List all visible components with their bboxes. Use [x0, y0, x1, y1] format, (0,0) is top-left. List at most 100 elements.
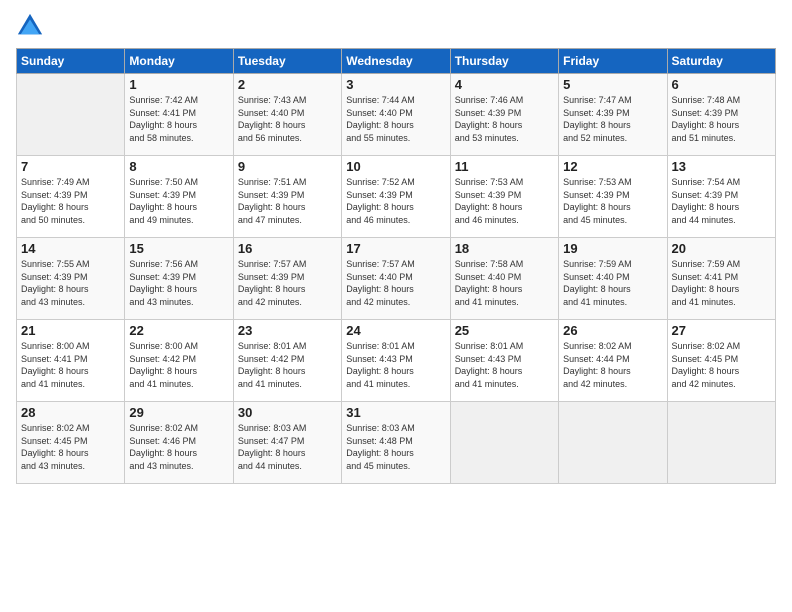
cell-info: Sunrise: 7:59 AM Sunset: 4:40 PM Dayligh… — [563, 258, 662, 308]
week-row-2: 14 Sunrise: 7:55 AM Sunset: 4:39 PM Dayli… — [17, 238, 776, 320]
calendar-cell: 27 Sunrise: 8:02 AM Sunset: 4:45 PM Dayli… — [667, 320, 775, 402]
day-number: 5 — [563, 77, 662, 92]
calendar-cell: 19Sunrise: 7:59 AM Sunset: 4:40 PM Dayli… — [559, 238, 667, 320]
header-row: SundayMondayTuesdayWednesdayThursdayFrid… — [17, 49, 776, 74]
cell-info: Sunrise: 7:55 AM Sunset: 4:39 PM Dayligh… — [21, 258, 120, 308]
cell-info: Sunrise: 7:59 AM Sunset: 4:41 PM Dayligh… — [672, 258, 771, 308]
cell-info: Sunrise: 8:01 AM Sunset: 4:43 PM Dayligh… — [346, 340, 445, 390]
logo-icon — [16, 12, 44, 40]
calendar-cell: 6 Sunrise: 7:48 AM Sunset: 4:39 PM Daylig… — [667, 74, 775, 156]
calendar-cell — [667, 402, 775, 484]
calendar-cell: 21 Sunrise: 8:00 AM Sunset: 4:41 PM Dayli… — [17, 320, 125, 402]
calendar-cell: 1Sunrise: 7:42 AM Sunset: 4:41 PM Daylig… — [125, 74, 233, 156]
cell-info: Sunrise: 7:50 AM Sunset: 4:39 PM Dayligh… — [129, 176, 228, 226]
cell-info: Sunrise: 8:01 AM Sunset: 4:43 PM Dayligh… — [455, 340, 554, 390]
cell-info: Sunrise: 8:02 AM Sunset: 4:44 PM Dayligh… — [563, 340, 662, 390]
cell-info: Sunrise: 7:46 AM Sunset: 4:39 PM Dayligh… — [455, 94, 554, 144]
day-number: 25 — [455, 323, 554, 338]
day-number: 9 — [238, 159, 337, 174]
cell-info: Sunrise: 8:02 AM Sunset: 4:45 PM Dayligh… — [672, 340, 771, 390]
day-number: 4 — [455, 77, 554, 92]
cell-info: Sunrise: 8:02 AM Sunset: 4:46 PM Dayligh… — [129, 422, 228, 472]
calendar-cell: 11 Sunrise: 7:53 AM Sunset: 4:39 PM Dayli… — [450, 156, 558, 238]
calendar-cell: 30 Sunrise: 8:03 AM Sunset: 4:47 PM Dayli… — [233, 402, 341, 484]
day-number: 12 — [563, 159, 662, 174]
calendar-cell: 15 Sunrise: 7:56 AM Sunset: 4:39 PM Dayli… — [125, 238, 233, 320]
day-number: 6 — [672, 77, 771, 92]
day-number: 18 — [455, 241, 554, 256]
day-number: 10 — [346, 159, 445, 174]
day-number: 22 — [129, 323, 228, 338]
cell-info: Sunrise: 8:02 AM Sunset: 4:45 PM Dayligh… — [21, 422, 120, 472]
calendar-cell: 20 Sunrise: 7:59 AM Sunset: 4:41 PM Dayli… — [667, 238, 775, 320]
day-number: 27 — [672, 323, 771, 338]
calendar-cell: 13 Sunrise: 7:54 AM Sunset: 4:39 PM Dayli… — [667, 156, 775, 238]
cell-info: Sunrise: 7:57 AM Sunset: 4:39 PM Dayligh… — [238, 258, 337, 308]
cell-info: Sunrise: 8:00 AM Sunset: 4:41 PM Dayligh… — [21, 340, 120, 390]
week-row-0: 1Sunrise: 7:42 AM Sunset: 4:41 PM Daylig… — [17, 74, 776, 156]
day-number: 30 — [238, 405, 337, 420]
day-number: 29 — [129, 405, 228, 420]
calendar-cell — [17, 74, 125, 156]
day-number: 26 — [563, 323, 662, 338]
cell-info: Sunrise: 8:03 AM Sunset: 4:48 PM Dayligh… — [346, 422, 445, 472]
calendar-cell: 25 Sunrise: 8:01 AM Sunset: 4:43 PM Dayli… — [450, 320, 558, 402]
calendar-cell — [450, 402, 558, 484]
calendar-cell: 12 Sunrise: 7:53 AM Sunset: 4:39 PM Dayli… — [559, 156, 667, 238]
day-number: 21 — [21, 323, 120, 338]
header-day-tuesday: Tuesday — [233, 49, 341, 74]
day-number: 8 — [129, 159, 228, 174]
cell-info: Sunrise: 8:03 AM Sunset: 4:47 PM Dayligh… — [238, 422, 337, 472]
calendar-cell: 14 Sunrise: 7:55 AM Sunset: 4:39 PM Dayli… — [17, 238, 125, 320]
cell-info: Sunrise: 7:48 AM Sunset: 4:39 PM Dayligh… — [672, 94, 771, 144]
cell-info: Sunrise: 7:57 AM Sunset: 4:40 PM Dayligh… — [346, 258, 445, 308]
day-number: 2 — [238, 77, 337, 92]
calendar-cell: 24 Sunrise: 8:01 AM Sunset: 4:43 PM Dayli… — [342, 320, 450, 402]
cell-info: Sunrise: 7:54 AM Sunset: 4:39 PM Dayligh… — [672, 176, 771, 226]
cell-info: Sunrise: 7:51 AM Sunset: 4:39 PM Dayligh… — [238, 176, 337, 226]
cell-info: Sunrise: 7:58 AM Sunset: 4:40 PM Dayligh… — [455, 258, 554, 308]
calendar-cell: 16Sunrise: 7:57 AM Sunset: 4:39 PM Dayli… — [233, 238, 341, 320]
day-number: 14 — [21, 241, 120, 256]
week-row-3: 21 Sunrise: 8:00 AM Sunset: 4:41 PM Dayli… — [17, 320, 776, 402]
day-number: 13 — [672, 159, 771, 174]
calendar-cell: 5 Sunrise: 7:47 AM Sunset: 4:39 PM Daylig… — [559, 74, 667, 156]
day-number: 3 — [346, 77, 445, 92]
header-day-friday: Friday — [559, 49, 667, 74]
calendar-cell — [559, 402, 667, 484]
cell-info: Sunrise: 7:44 AM Sunset: 4:40 PM Dayligh… — [346, 94, 445, 144]
day-number: 1 — [129, 77, 228, 92]
calendar-cell: 31 Sunrise: 8:03 AM Sunset: 4:48 PM Dayli… — [342, 402, 450, 484]
day-number: 28 — [21, 405, 120, 420]
page: SundayMondayTuesdayWednesdayThursdayFrid… — [0, 0, 792, 612]
calendar-cell: 4 Sunrise: 7:46 AM Sunset: 4:39 PM Daylig… — [450, 74, 558, 156]
calendar-cell: 2 Sunrise: 7:43 AM Sunset: 4:40 PM Daylig… — [233, 74, 341, 156]
cell-info: Sunrise: 7:53 AM Sunset: 4:39 PM Dayligh… — [563, 176, 662, 226]
calendar-cell: 22 Sunrise: 8:00 AM Sunset: 4:42 PM Dayli… — [125, 320, 233, 402]
calendar-cell: 26 Sunrise: 8:02 AM Sunset: 4:44 PM Dayli… — [559, 320, 667, 402]
day-number: 24 — [346, 323, 445, 338]
day-number: 23 — [238, 323, 337, 338]
cell-info: Sunrise: 7:47 AM Sunset: 4:39 PM Dayligh… — [563, 94, 662, 144]
day-number: 15 — [129, 241, 228, 256]
header-day-wednesday: Wednesday — [342, 49, 450, 74]
calendar-cell: 28 Sunrise: 8:02 AM Sunset: 4:45 PM Dayli… — [17, 402, 125, 484]
calendar-cell: 23Sunrise: 8:01 AM Sunset: 4:42 PM Dayli… — [233, 320, 341, 402]
header-day-thursday: Thursday — [450, 49, 558, 74]
header-day-saturday: Saturday — [667, 49, 775, 74]
calendar-cell: 8 Sunrise: 7:50 AM Sunset: 4:39 PM Daylig… — [125, 156, 233, 238]
cell-info: Sunrise: 7:43 AM Sunset: 4:40 PM Dayligh… — [238, 94, 337, 144]
week-row-4: 28 Sunrise: 8:02 AM Sunset: 4:45 PM Dayli… — [17, 402, 776, 484]
cell-info: Sunrise: 8:00 AM Sunset: 4:42 PM Dayligh… — [129, 340, 228, 390]
day-number: 31 — [346, 405, 445, 420]
day-number: 20 — [672, 241, 771, 256]
cell-info: Sunrise: 7:53 AM Sunset: 4:39 PM Dayligh… — [455, 176, 554, 226]
cell-info: Sunrise: 7:56 AM Sunset: 4:39 PM Dayligh… — [129, 258, 228, 308]
day-number: 11 — [455, 159, 554, 174]
calendar-cell: 3 Sunrise: 7:44 AM Sunset: 4:40 PM Daylig… — [342, 74, 450, 156]
calendar-cell: 29 Sunrise: 8:02 AM Sunset: 4:46 PM Dayli… — [125, 402, 233, 484]
calendar-cell: 9 Sunrise: 7:51 AM Sunset: 4:39 PM Daylig… — [233, 156, 341, 238]
calendar-cell: 10Sunrise: 7:52 AM Sunset: 4:39 PM Dayli… — [342, 156, 450, 238]
calendar-cell: 18 Sunrise: 7:58 AM Sunset: 4:40 PM Dayli… — [450, 238, 558, 320]
calendar-table: SundayMondayTuesdayWednesdayThursdayFrid… — [16, 48, 776, 484]
